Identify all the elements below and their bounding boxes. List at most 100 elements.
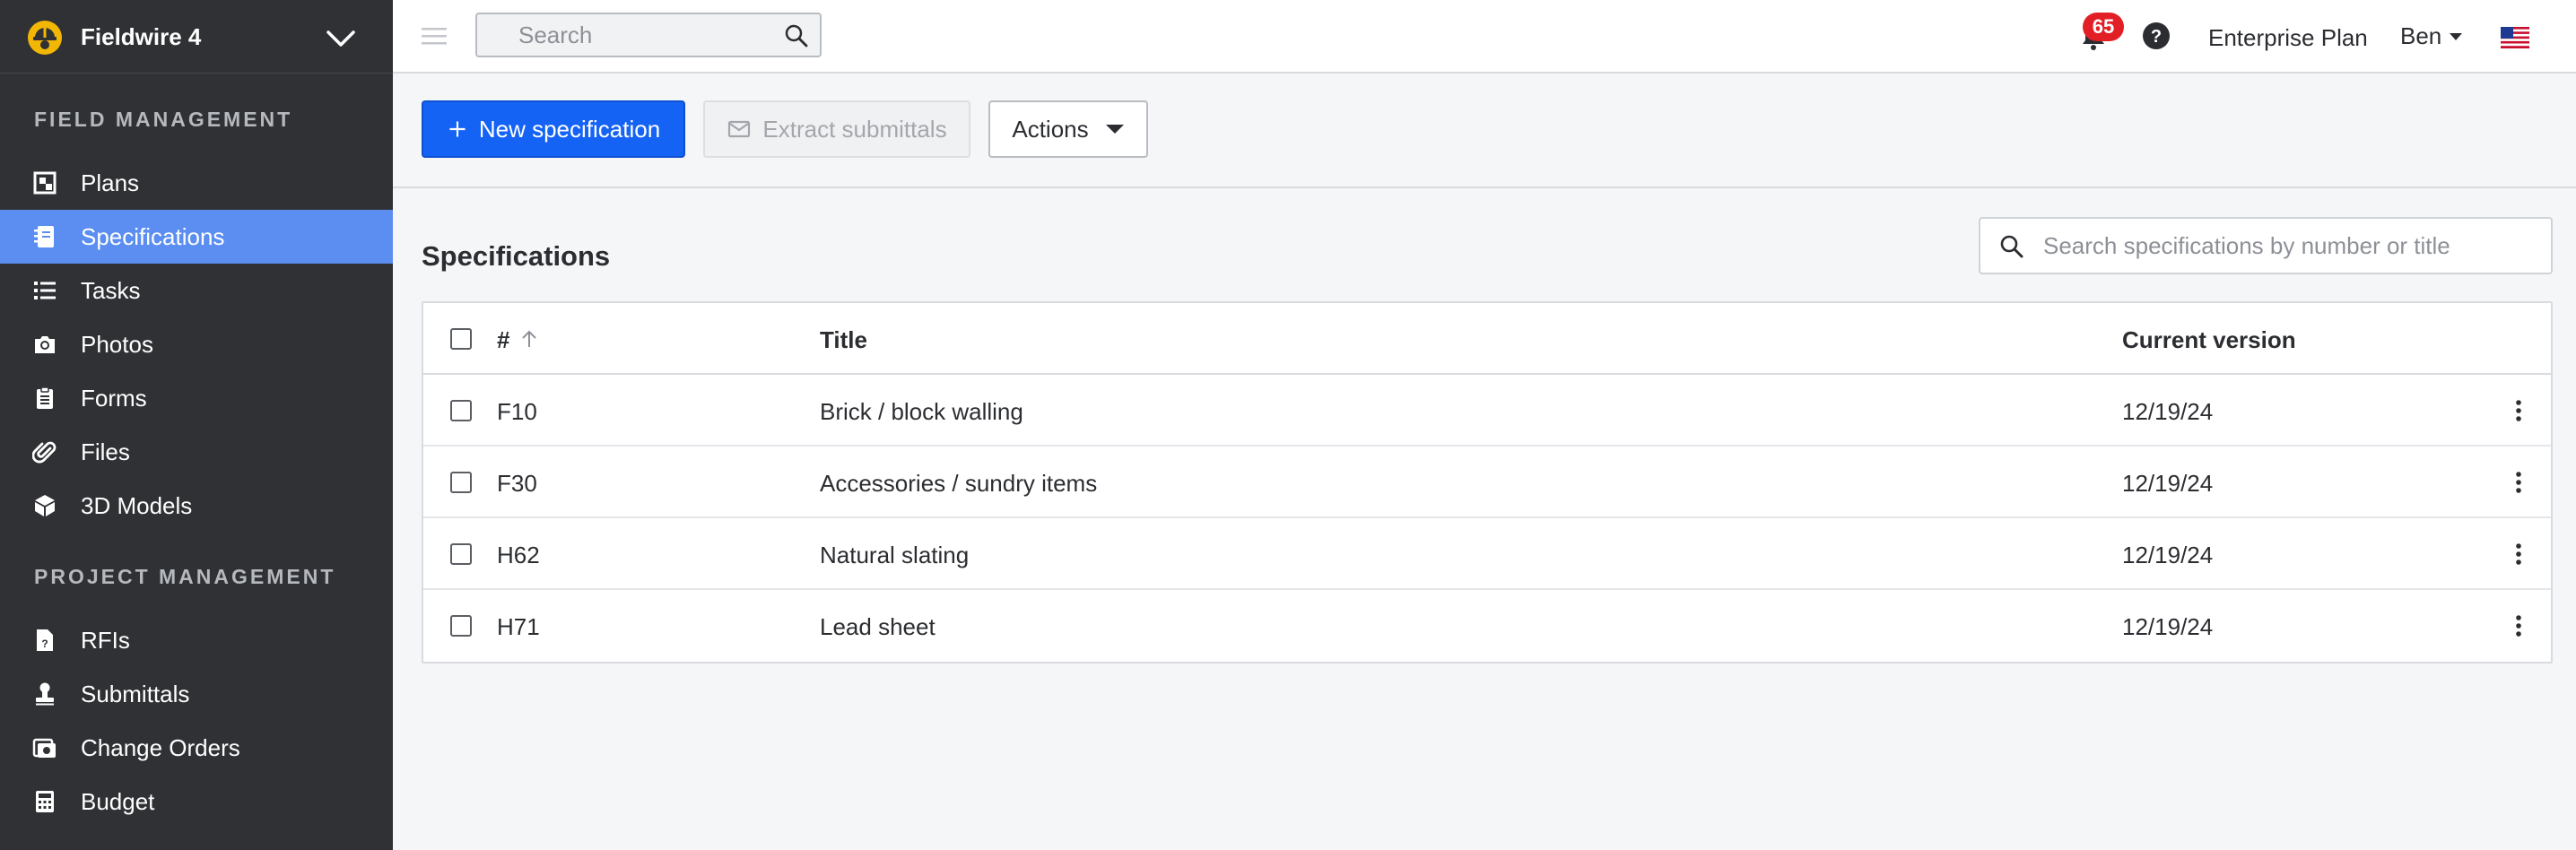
hamburger-menu-icon[interactable] [420, 23, 448, 48]
sidebar-item-rfis[interactable]: ? RFIs [0, 613, 393, 667]
sidebar-item-submittals[interactable]: Submittals [0, 667, 393, 721]
spec-version: 12/19/24 [2122, 398, 2214, 425]
specifications-table: # Title Current version F10 Brick / bloc… [422, 301, 2553, 664]
fieldwire-logo-icon [28, 21, 62, 55]
row-checkbox[interactable] [450, 615, 472, 637]
caret-down-icon [2450, 32, 2463, 40]
plan-label[interactable]: Enterprise Plan [2208, 24, 2368, 52]
new-specification-label: New specification [478, 115, 661, 143]
table-row[interactable]: F30 Accessories / sundry items 12/19/24 [423, 447, 2551, 518]
cube-icon [35, 495, 55, 516]
search-icon [2000, 235, 2023, 258]
sidebar-item-label: RFIs [81, 627, 130, 654]
more-vertical-icon [2516, 543, 2521, 565]
sidebar-item-budget[interactable]: Budget [0, 775, 393, 828]
specifications-search[interactable] [1979, 217, 2553, 274]
stamp-icon [36, 682, 54, 706]
spec-title: Accessories / sundry items [820, 470, 1098, 497]
table-row[interactable]: H62 Natural slating 12/19/24 [423, 518, 2551, 590]
svg-text:?: ? [2151, 27, 2162, 47]
extract-submittals-button[interactable]: Extract submittals [703, 100, 970, 158]
actions-dropdown-button[interactable]: Actions [988, 100, 1148, 158]
sidebar-item-specifications[interactable]: Specifications [0, 210, 393, 264]
page-title: Specifications [422, 240, 611, 272]
sidebar-item-photos[interactable]: Photos [0, 317, 393, 371]
sidebar-item-label: Submittals [81, 681, 190, 707]
user-menu[interactable]: Ben [2400, 22, 2463, 50]
sidebar-item-files[interactable]: Files [0, 425, 393, 479]
spec-title: Lead sheet [820, 613, 936, 640]
change-orders-icon [32, 738, 56, 758]
sidebar-item-plans[interactable]: Plans [0, 156, 393, 210]
plus-icon [449, 121, 466, 137]
sort-arrow-up-icon[interactable] [518, 328, 540, 350]
help-icon[interactable]: ? [2142, 22, 2171, 50]
spec-title: Brick / block walling [820, 398, 1023, 425]
project-switcher[interactable]: Fieldwire 4 [0, 0, 393, 74]
spec-number: F10 [497, 398, 537, 425]
specifications-search-input[interactable] [2034, 219, 2546, 273]
actions-label: Actions [1012, 115, 1089, 143]
extract-submittals-label: Extract submittals [762, 115, 947, 143]
clipboard-icon [37, 386, 53, 409]
caret-down-icon [1105, 125, 1124, 134]
row-checkbox[interactable] [450, 400, 472, 421]
toolbar: New specification Extract submittals Act… [393, 75, 2576, 188]
row-checkbox[interactable] [450, 543, 472, 565]
section-title-project-management: PROJECT MANAGEMENT [34, 565, 336, 588]
spec-number: H62 [497, 542, 540, 568]
rfi-document-icon: ? [37, 629, 53, 651]
sidebar-item-label: 3D Models [81, 492, 193, 519]
more-vertical-icon [2516, 472, 2521, 493]
sidebar-item-label: Files [81, 438, 130, 465]
spec-number: F30 [497, 470, 537, 497]
more-vertical-icon [2516, 400, 2521, 421]
sidebar-item-change-orders[interactable]: Change Orders [0, 721, 393, 775]
sidebar-item-label: Plans [81, 169, 140, 196]
row-menu-button[interactable] [2502, 610, 2535, 642]
paperclip-icon [32, 441, 57, 464]
project-name: Fieldwire 4 [81, 23, 202, 50]
sidebar-item-label: Change Orders [81, 734, 240, 761]
column-header-number[interactable]: # [497, 326, 509, 354]
plans-icon [33, 171, 57, 195]
sidebar: Fieldwire 4 FIELD MANAGEMENT Plans Speci… [0, 0, 393, 850]
spec-version: 12/19/24 [2122, 542, 2214, 568]
envelope-icon [728, 120, 751, 138]
sidebar-item-label: Budget [81, 788, 155, 815]
table-row[interactable]: H71 Lead sheet 12/19/24 [423, 590, 2551, 662]
sidebar-item-forms[interactable]: Forms [0, 371, 393, 425]
row-menu-button[interactable] [2502, 538, 2535, 570]
sidebar-item-label: Photos [81, 331, 153, 358]
spec-number: H71 [497, 613, 540, 640]
column-header-current-version[interactable]: Current version [2122, 326, 2296, 354]
us-flag-icon[interactable] [2501, 27, 2529, 48]
row-menu-button[interactable] [2502, 395, 2535, 427]
spec-title: Natural slating [820, 542, 970, 568]
select-all-checkbox[interactable] [450, 328, 472, 350]
more-vertical-icon [2516, 615, 2521, 637]
section-title-field-management: FIELD MANAGEMENT [34, 108, 293, 131]
new-specification-button[interactable]: New specification [422, 100, 685, 158]
sidebar-item-label: Tasks [81, 277, 141, 304]
specifications-icon [34, 226, 54, 247]
sidebar-item-label: Forms [81, 385, 147, 412]
sidebar-item-3d-models[interactable]: 3D Models [0, 479, 393, 533]
table-header-row: # Title Current version [423, 303, 2551, 375]
sidebar-item-tasks[interactable]: Tasks [0, 264, 393, 317]
notification-badge: 65 [2083, 13, 2124, 41]
global-search[interactable] [475, 13, 822, 57]
top-bar: 65 ? Enterprise Plan Ben [393, 0, 2576, 74]
row-menu-button[interactable] [2502, 466, 2535, 499]
svg-text:?: ? [41, 638, 48, 650]
search-icon[interactable] [784, 23, 809, 48]
column-header-title[interactable]: Title [820, 326, 867, 354]
row-checkbox[interactable] [450, 472, 472, 493]
sidebar-item-label: Specifications [81, 223, 225, 250]
calculator-icon [36, 791, 54, 812]
chevron-down-icon[interactable] [325, 25, 357, 50]
global-search-input[interactable] [477, 14, 773, 56]
table-row[interactable]: F10 Brick / block walling 12/19/24 [423, 375, 2551, 447]
camera-icon [35, 336, 55, 353]
spec-version: 12/19/24 [2122, 470, 2214, 497]
